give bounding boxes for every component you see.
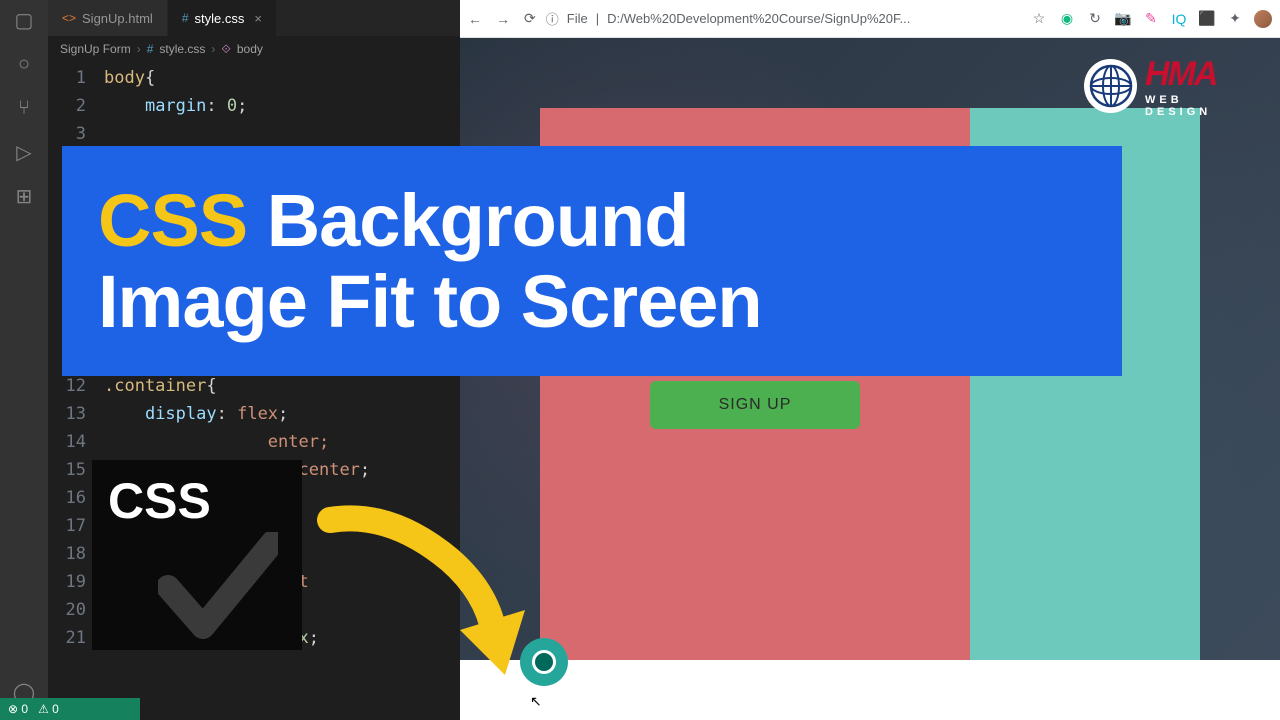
info-icon: ⓘ [546, 9, 559, 28]
back-icon[interactable]: ← [468, 11, 482, 27]
extension-icons: ☆ ◉ ↻ 📷 ✎ IQ ⬛ ✦ [1030, 10, 1272, 28]
breadcrumb-symbol: body [237, 42, 263, 56]
address-bar[interactable]: ⓘ File | D:/Web%20Development%20Course/S… [546, 9, 1020, 28]
forward-icon[interactable]: → [496, 11, 510, 27]
symbol-icon: ⟐ [221, 42, 230, 57]
globe-icon [1084, 59, 1137, 113]
chevron-right-icon: › [211, 42, 215, 56]
signup-button[interactable]: SIGN UP [650, 381, 860, 429]
breadcrumb[interactable]: SignUp Form › # style.css › ⟐ body [48, 36, 460, 62]
address-separator: | [596, 11, 599, 26]
address-text: D:/Web%20Development%20Course/SignUp%20F… [607, 11, 910, 26]
logo-main-text: HMA [1145, 55, 1254, 94]
tab-style-css[interactable]: # style.css × [168, 0, 277, 36]
badge-text: CSS [108, 472, 286, 530]
tab-label: SignUp.html [82, 11, 153, 26]
error-count: ⊗ 0 [8, 702, 28, 716]
check-icon [158, 532, 278, 642]
tab-label: style.css [195, 11, 245, 26]
html-icon: <> [62, 11, 76, 25]
ext-icon[interactable]: IQ [1170, 10, 1188, 28]
avatar[interactable] [1254, 10, 1272, 28]
address-prefix: File [567, 11, 588, 26]
camera-icon[interactable]: 📷 [1114, 10, 1132, 28]
hma-logo: HMA WEB DESIGN [1084, 46, 1254, 126]
puzzle-icon[interactable]: ✦ [1226, 10, 1244, 28]
status-bar[interactable]: ⊗ 0 ⚠ 0 [0, 698, 140, 720]
css-icon: # [147, 42, 154, 56]
tab-bar: <> SignUp.html # style.css × [48, 0, 460, 36]
page-footer-area [460, 660, 1280, 720]
ext-icon[interactable]: ⬛ [1198, 10, 1216, 28]
star-icon[interactable]: ☆ [1030, 10, 1048, 28]
ext-icon[interactable]: ◉ [1058, 10, 1076, 28]
logo-sub-text: WEB DESIGN [1145, 94, 1254, 118]
extensions-icon[interactable]: ⊞ [12, 184, 36, 208]
css-icon: # [182, 11, 189, 25]
banner-heading: CSS Background Image Fit to Screen [98, 180, 762, 343]
chevron-right-icon: › [137, 42, 141, 56]
css-badge: CSS [92, 460, 302, 650]
source-control-icon[interactable]: ⑂ [12, 96, 36, 120]
page-viewport: password SIGN UP ↖ [460, 38, 1280, 720]
warning-count: ⚠ 0 [38, 702, 59, 716]
close-icon[interactable]: × [254, 11, 262, 26]
reload-icon[interactable]: ⟳ [524, 10, 536, 27]
title-banner: CSS Background Image Fit to Screen [62, 146, 1122, 376]
ext-icon[interactable]: ↻ [1086, 10, 1104, 28]
tab-signup-html[interactable]: <> SignUp.html [48, 0, 168, 36]
cursor-icon: ↖ [530, 693, 542, 710]
activity-bar: ▢ ○ ⑂ ▷ ⊞ ◯ [0, 0, 48, 720]
floating-action-button[interactable] [520, 638, 568, 686]
debug-icon[interactable]: ▷ [12, 140, 36, 164]
search-icon[interactable]: ○ [12, 52, 36, 76]
ext-icon[interactable]: ✎ [1142, 10, 1160, 28]
files-icon[interactable]: ▢ [12, 8, 36, 32]
breadcrumb-root: SignUp Form [60, 42, 131, 56]
browser-toolbar: ← → ⟳ ⓘ File | D:/Web%20Development%20Co… [460, 0, 1280, 38]
breadcrumb-file: style.css [159, 42, 205, 56]
